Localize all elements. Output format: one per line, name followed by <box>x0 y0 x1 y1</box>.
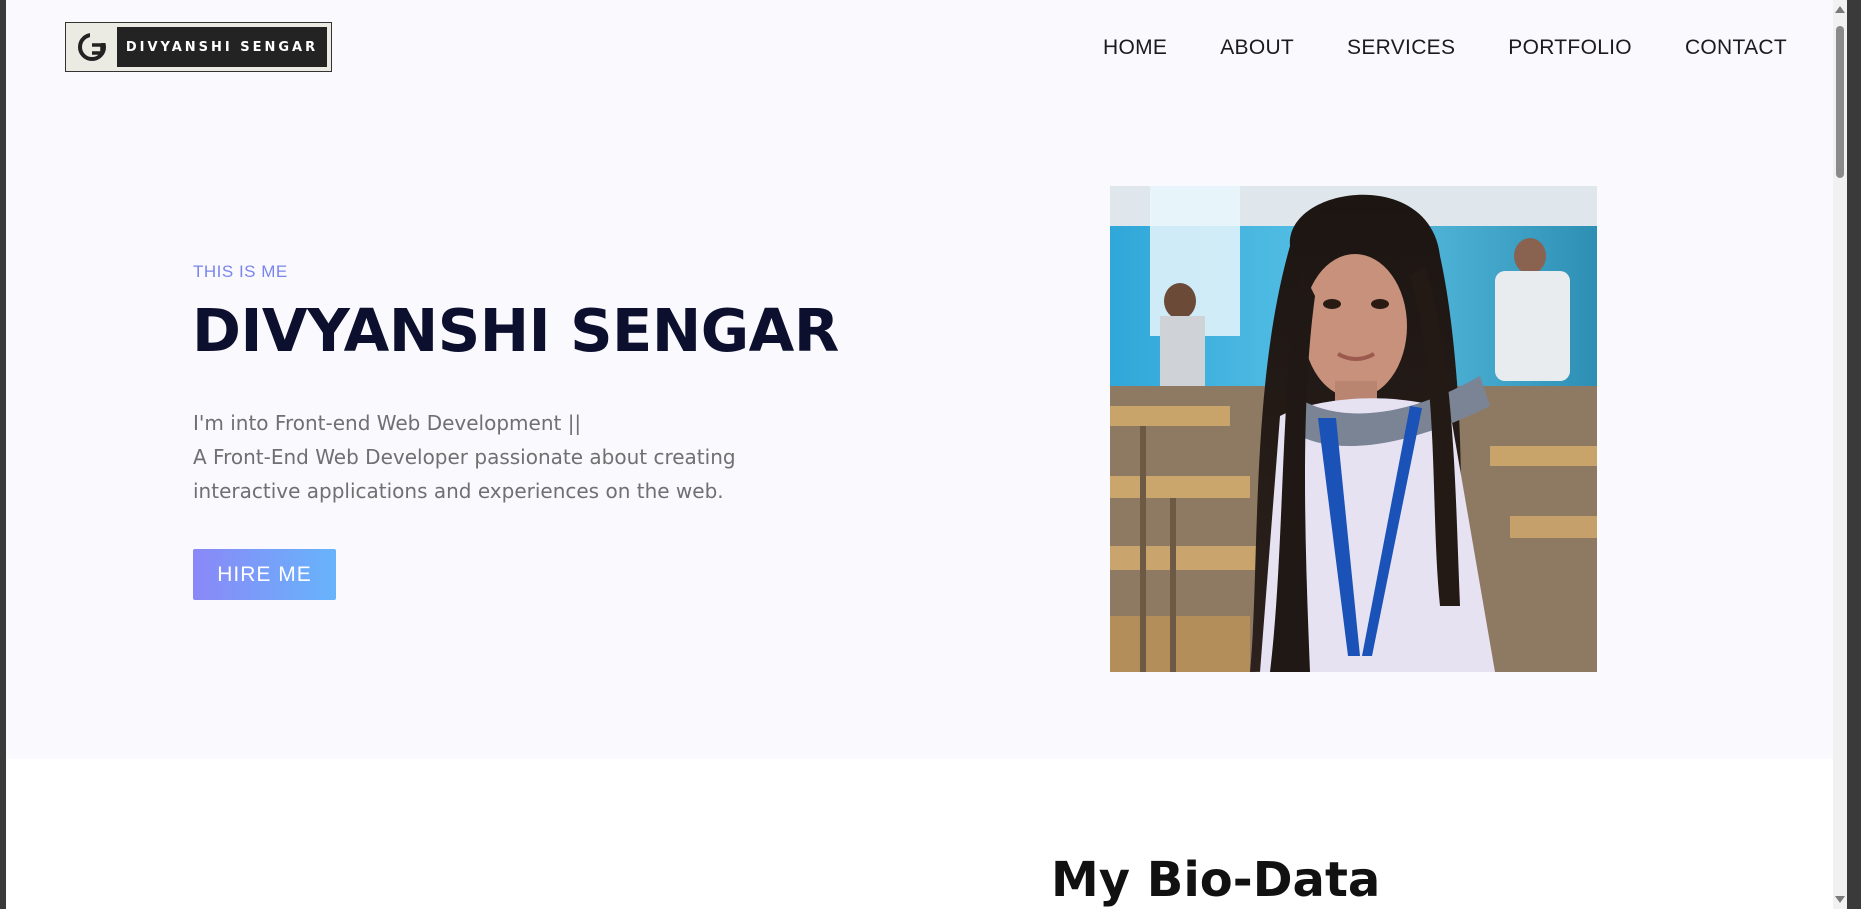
vertical-scrollbar[interactable] <box>1833 0 1847 909</box>
bio-section-title: My Bio-Data <box>1051 852 1381 908</box>
hero-description-line: A Front-End Web Developer passionate abo… <box>193 445 736 469</box>
nav-item-about[interactable]: ABOUT <box>1220 36 1294 60</box>
logo-text: DIVYANSHI SENGAR <box>117 27 327 67</box>
scroll-down-arrow-icon[interactable] <box>1835 896 1845 903</box>
nav-item-contact[interactable]: CONTACT <box>1685 36 1787 60</box>
hero-name: DIVYANSHI SENGAR <box>192 296 839 365</box>
hire-me-button[interactable]: HIRE ME <box>193 549 336 600</box>
page: DIVYANSHI SENGAR HOME ABOUT SERVICES POR… <box>6 0 1847 909</box>
nav-item-services[interactable]: SERVICES <box>1347 36 1455 60</box>
scroll-up-arrow-icon[interactable] <box>1835 6 1845 13</box>
nav-item-home[interactable]: HOME <box>1103 36 1167 60</box>
hero-description-line: interactive applications and experiences… <box>193 479 724 503</box>
site-logo[interactable]: DIVYANSHI SENGAR <box>65 22 332 72</box>
hero-description: I'm into Front-end Web Development || A … <box>193 406 833 508</box>
hero-eyebrow: THIS IS ME <box>193 262 288 281</box>
bio-section: My Bio-Data <box>6 759 1847 909</box>
hero-description-line: I'm into Front-end Web Development || <box>193 411 582 435</box>
scrollbar-thumb[interactable] <box>1836 26 1844 178</box>
nav-item-portfolio[interactable]: PORTFOLIO <box>1508 36 1632 60</box>
hero-photo <box>1110 186 1597 672</box>
main-nav: HOME ABOUT SERVICES PORTFOLIO CONTACT <box>1103 36 1787 60</box>
circular-g-logo-icon <box>74 29 110 65</box>
